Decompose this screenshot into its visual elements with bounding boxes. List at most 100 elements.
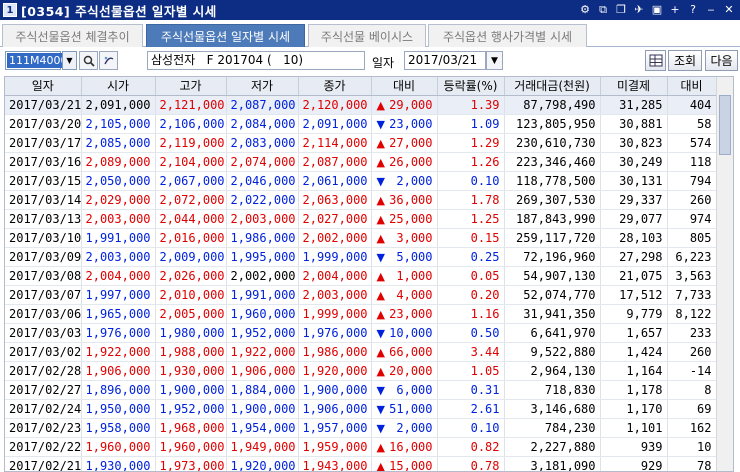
table-row[interactable]: 2017/02/28 1,906,000 1,930,000 1,906,000 1,9… [5,361,717,381]
calendar-dropdown-icon[interactable]: ▼ [486,51,503,70]
cell-close: 1,920,000 [298,361,372,381]
tab-basis[interactable]: 주식선물 베이시스 [308,24,426,47]
cell-close: 1,957,000 [298,418,372,438]
cell-date: 2017/02/27 [5,380,82,400]
cell-change: ▲ 26,000 [371,152,438,172]
price-table: 일자 시가 고가 저가 종가 대비 등락률(%) 거래대금(천원) 미결제 대비… [4,76,734,472]
up-triangle-icon: ▲ [376,345,385,359]
col-open[interactable]: 시가 [81,77,156,96]
up-triangle-icon: ▲ [376,136,385,150]
cell-open-interest: 30,249 [600,152,668,172]
cell-oi-change: 6,223 [667,247,717,267]
vertical-scrollbar[interactable] [716,77,733,471]
table-row[interactable]: 2017/03/10 1,991,000 2,016,000 1,986,000 2,0… [5,228,717,248]
table-row[interactable]: 2017/03/16 2,089,000 2,104,000 2,074,000 2,0… [5,152,717,172]
link-icon[interactable]: ⧉ [596,2,610,17]
tab-trade-trend[interactable]: 주식선물옵션 체결추이 [2,24,143,47]
pin-icon[interactable]: ✈ [632,2,646,17]
table-row[interactable]: 2017/03/08 2,004,000 2,026,000 2,002,000 2,0… [5,266,717,286]
table-row[interactable]: 2017/03/20 2,105,000 2,106,000 2,084,000 2,0… [5,114,717,134]
table-row[interactable]: 2017/03/02 1,922,000 1,988,000 1,922,000 1,9… [5,342,717,362]
close-icon[interactable]: ✕ [722,2,736,17]
cell-rate: 1.05 [437,361,505,381]
cell-close: 1,906,000 [298,399,372,419]
add-icon[interactable]: + [668,2,682,17]
code-input[interactable]: 111M4000 [5,51,70,70]
cell-amount: 9,522,880 [504,342,601,362]
table-row[interactable]: 2017/03/14 2,029,000 2,072,000 2,022,000 2,0… [5,190,717,210]
settings-icon[interactable]: ⚙ [578,2,592,17]
date-input[interactable]: 2017/03/21 [404,51,486,70]
minimize-icon[interactable]: ‒ [704,2,718,17]
cell-open: 2,105,000 [81,114,156,134]
col-rate[interactable]: 등락률(%) [437,77,505,96]
table-row[interactable]: 2017/02/24 1,950,000 1,952,000 1,900,000 1,9… [5,399,717,419]
cell-rate: 0.82 [437,437,505,457]
cell-change: ▲ 27,000 [371,133,438,153]
col-change[interactable]: 대비 [371,77,438,96]
cell-rate: 1.39 [437,95,505,115]
cell-open-interest: 1,657 [600,323,668,343]
table-row[interactable]: 2017/03/03 1,976,000 1,980,000 1,952,000 1,9… [5,323,717,343]
cell-oi-change: 574 [667,133,717,153]
recent-list-icon[interactable] [99,51,118,70]
col-high[interactable]: 고가 [155,77,227,96]
cell-rate: 0.10 [437,171,505,191]
col-low[interactable]: 저가 [226,77,299,96]
up-triangle-icon: ▲ [376,269,385,283]
change-value: 15,000 [389,458,433,472]
cell-high: 1,900,000 [155,380,227,400]
help-icon[interactable]: ? [686,2,700,17]
cell-open-interest: 29,077 [600,209,668,229]
tab-daily-price[interactable]: 주식선물옵션 일자별 시세 [146,24,305,47]
cell-open: 1,922,000 [81,342,156,362]
col-amount[interactable]: 거래대금(천원) [504,77,601,96]
copy-icon[interactable]: ❐ [614,2,628,17]
scrollbar-thumb[interactable] [719,95,731,155]
next-button[interactable]: 다음 [705,50,738,71]
cell-change: ▼ 6,000 [371,380,438,400]
search-icon[interactable] [79,51,98,70]
cell-oi-change: 233 [667,323,717,343]
cell-change: ▼ 23,000 [371,114,438,134]
tab-strike-price[interactable]: 주식옵션 행사가격별 시세 [428,24,587,47]
change-value: 6,000 [396,382,433,397]
cell-amount: 87,798,490 [504,95,601,115]
query-button[interactable]: 조회 [668,50,702,71]
cell-open: 1,991,000 [81,228,156,248]
cell-close: 2,120,000 [298,95,372,115]
up-triangle-icon: ▲ [376,440,385,454]
cell-rate: 0.10 [437,418,505,438]
table-row[interactable]: 2017/03/09 2,003,000 2,009,000 1,995,000 1,9… [5,247,717,267]
cell-amount: 187,843,990 [504,209,601,229]
up-triangle-icon: ▲ [376,193,385,207]
col-close[interactable]: 종가 [298,77,372,96]
table-row[interactable]: 2017/03/21 2,091,000 2,121,000 2,087,000 2,1… [5,95,717,115]
cell-rate: 1.78 [437,190,505,210]
change-value: 2,000 [396,420,433,435]
table-row[interactable]: 2017/02/21 1,930,000 1,973,000 1,920,000 1,9… [5,456,717,472]
down-triangle-icon: ▼ [376,421,385,435]
col-open-interest[interactable]: 미결제 [600,77,668,96]
cell-high: 2,121,000 [155,95,227,115]
table-row[interactable]: 2017/03/07 1,997,000 2,010,000 1,991,000 2,0… [5,285,717,305]
cell-high: 2,067,000 [155,171,227,191]
table-row[interactable]: 2017/03/06 1,965,000 2,005,000 1,960,000 1,9… [5,304,717,324]
col-date[interactable]: 일자 [5,77,82,96]
code-dropdown-icon[interactable]: ▼ [62,51,77,70]
table-row[interactable]: 2017/02/23 1,958,000 1,968,000 1,954,000 1,9… [5,418,717,438]
window-menu-icon[interactable]: 1 [3,3,17,17]
grid-settings-icon[interactable] [645,50,666,71]
table-row[interactable]: 2017/03/15 2,050,000 2,067,000 2,046,000 2,0… [5,171,717,191]
table-row[interactable]: 2017/02/27 1,896,000 1,900,000 1,884,000 1,9… [5,380,717,400]
table-row[interactable]: 2017/03/13 2,003,000 2,044,000 2,003,000 2,0… [5,209,717,229]
cell-amount: 223,346,460 [504,152,601,172]
cell-date: 2017/02/24 [5,399,82,419]
cell-amount: 269,307,530 [504,190,601,210]
table-row[interactable]: 2017/02/22 1,960,000 1,960,000 1,949,000 1,9… [5,437,717,457]
col-oi-change[interactable]: 대비 [667,77,717,96]
window-icon[interactable]: ▣ [650,2,664,17]
table-row[interactable]: 2017/03/17 2,085,000 2,119,000 2,083,000 2,1… [5,133,717,153]
cell-low: 1,922,000 [226,342,299,362]
cell-low: 1,991,000 [226,285,299,305]
